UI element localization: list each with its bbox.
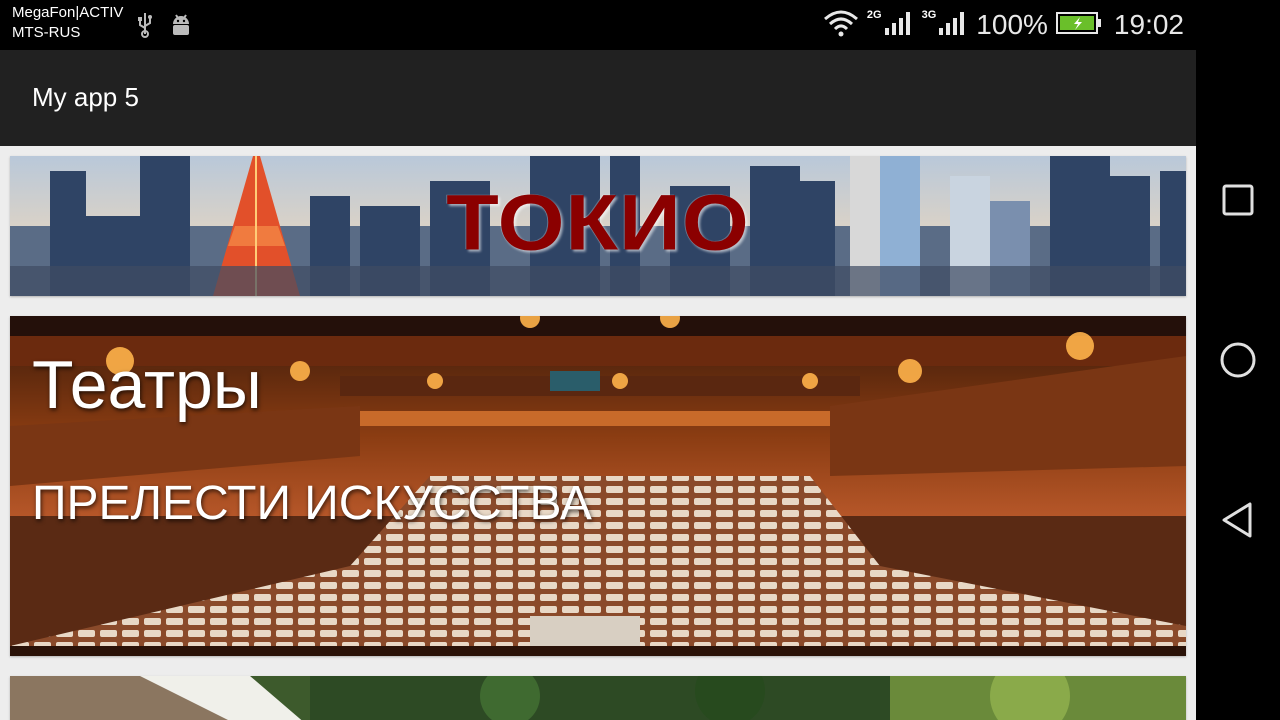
- wifi-icon: [823, 9, 859, 42]
- theatres-subtitle: ПРЕЛЕСТИ ИСКУССТВА: [32, 477, 592, 530]
- navigation-bar: [1196, 0, 1280, 720]
- back-button[interactable]: [1216, 498, 1260, 542]
- network-type-label-2: 3G: [921, 9, 937, 21]
- battery-percent: 100%: [976, 9, 1048, 40]
- status-right: 2G 3G 100% 19:02: [823, 0, 1184, 50]
- home-button[interactable]: [1216, 338, 1260, 382]
- signal-icon: [884, 10, 914, 41]
- battery-icon: [1055, 11, 1102, 40]
- network-type-label: 2G: [866, 9, 882, 21]
- square-icon: [1222, 184, 1254, 216]
- clock: 19:02: [1113, 9, 1184, 40]
- card-tokyo[interactable]: ТОКИО: [10, 156, 1186, 296]
- app-bar: My app 5: [0, 50, 1196, 146]
- android-debug-icon: [170, 12, 192, 43]
- recent-apps-button[interactable]: [1216, 178, 1260, 222]
- usb-icon: [136, 12, 154, 43]
- status-bar: MegaFon|ACTIV MTS-RUS 2G 3G 100% 19:02: [0, 0, 1196, 50]
- carrier-info: MegaFon|ACTIV MTS-RUS: [12, 3, 123, 43]
- circle-icon: [1220, 342, 1256, 378]
- app-title: My app 5: [32, 82, 139, 112]
- theatres-title: Театры: [32, 347, 262, 423]
- card-theatres[interactable]: Театры ПРЕЛЕСТИ ИСКУССТВА: [10, 316, 1186, 656]
- signal-icon-2: [938, 10, 968, 41]
- carrier-line2: MTS-RUS: [12, 24, 81, 41]
- tokyo-title: ТОКИО: [446, 178, 750, 268]
- garden-image: [10, 676, 1186, 720]
- card-list[interactable]: ТОКИО Театры ПРЕЛЕСТИ ИСКУССТВА: [0, 146, 1196, 720]
- back-triangle-icon: [1222, 502, 1252, 538]
- screen: MegaFon|ACTIV MTS-RUS 2G 3G 100% 19:02 M…: [0, 0, 1196, 720]
- carrier-line1: MegaFon|ACTIV: [12, 4, 124, 21]
- card-garden[interactable]: [10, 676, 1186, 720]
